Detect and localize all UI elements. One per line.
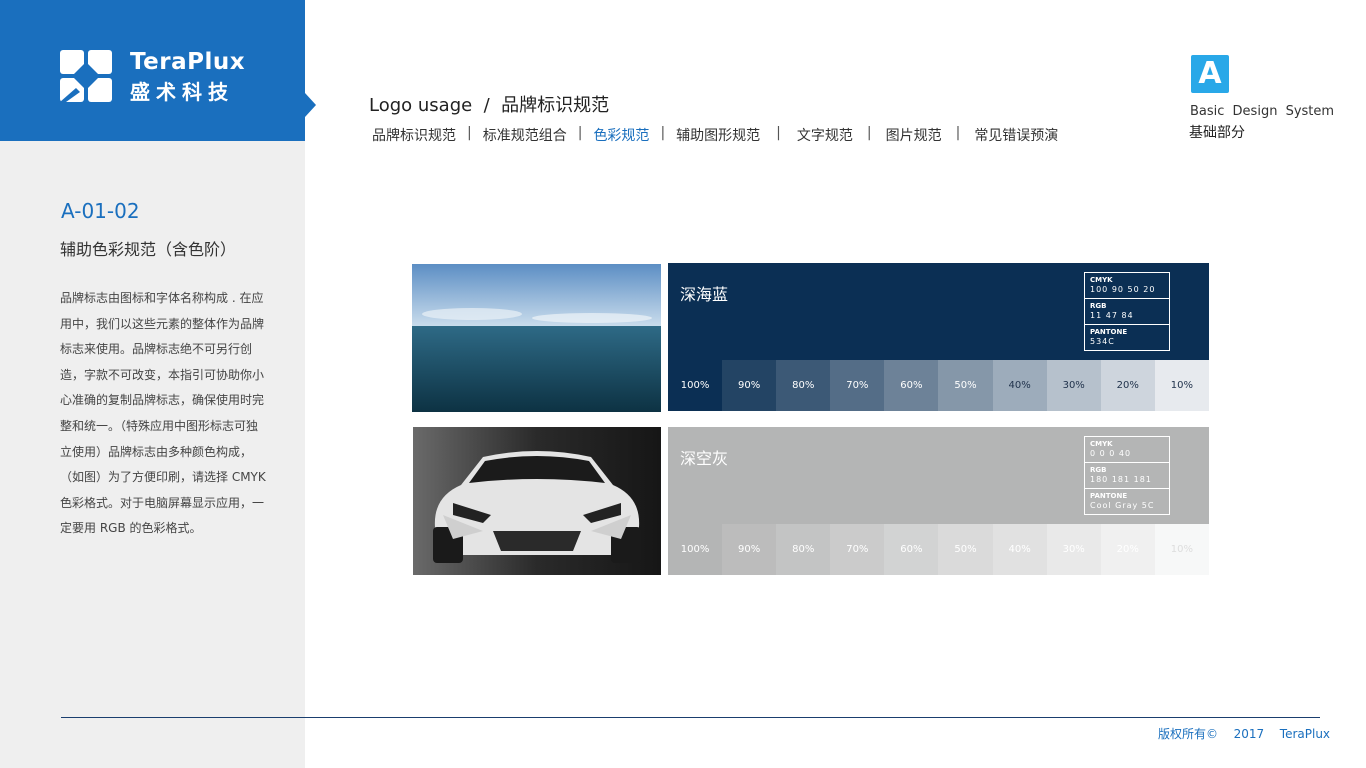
tint-swatch: 90%: [722, 524, 777, 575]
nav-item-auxiliary-graphics[interactable]: 辅助图形规范: [676, 125, 760, 145]
color-panel-deep-blue: 深海蓝 CMYK 100 90 50 20 RGB 11 47 84 PANTONE…: [668, 263, 1209, 360]
copyright: 版权所有© 2017 TeraPlux: [1158, 727, 1331, 741]
brand-name-en: TeraPlux: [130, 49, 246, 75]
tint-swatch: 30%: [1046, 360, 1101, 411]
tint-swatch: 40%: [992, 524, 1047, 575]
tint-swatch: 70%: [830, 360, 885, 411]
nav-item-typography[interactable]: 文字规范: [797, 125, 853, 145]
tint-swatch: 90%: [722, 360, 777, 411]
tint-swatch: 100%: [668, 524, 723, 575]
cmyk-value: 100 90 50 20: [1090, 285, 1156, 294]
cmyk-label: CMYK: [1090, 276, 1113, 284]
brand-name-cn: 盛术科技: [130, 80, 234, 104]
color-spec-box: CMYK 0 0 0 40 RGB 180 181 181 PANTONE Cool …: [1084, 436, 1170, 515]
nav-separator: |: [776, 125, 781, 141]
tint-swatch: 60%: [884, 524, 939, 575]
pantone-label: PANTONE: [1090, 492, 1128, 500]
nav-separator: |: [866, 125, 872, 141]
color-spec-box: CMYK 100 90 50 20 RGB 11 47 84 PANTONE 534C: [1084, 272, 1170, 351]
tint-swatch: 20%: [1100, 360, 1155, 411]
section-nav: 品牌标识规范 | 标准规范组合 | 色彩规范 | 辅助图形规范 | 文字规范 |…: [372, 125, 1058, 145]
nav-item-color[interactable]: 色彩规范: [593, 125, 649, 145]
tint-swatch: 70%: [830, 524, 885, 575]
car-photo: [413, 427, 661, 575]
system-label-cn: 基础部分: [1189, 125, 1245, 141]
tint-swatch: 100%: [668, 360, 723, 411]
tint-swatch: 20%: [1100, 524, 1155, 575]
cmyk-label: CMYK: [1090, 440, 1113, 448]
rgb-label: RGB: [1090, 466, 1107, 474]
brand-mark-icon: [60, 50, 112, 102]
pantone-value: 534C: [1090, 337, 1115, 346]
section-description: 品牌标志由图标和字体名称构成 . 在应用中，我们以这些元素的整体作为品牌标志来使…: [60, 291, 266, 536]
tint-swatch: 40%: [992, 360, 1047, 411]
tint-swatch: 50%: [938, 524, 993, 575]
footer-divider: [61, 717, 1320, 718]
color-name: 深海蓝: [680, 285, 729, 304]
system-badge: A: [1191, 55, 1229, 93]
system-label-en: Basic Design System: [1190, 104, 1335, 119]
logo-block: TeraPlux 盛术科技: [0, 0, 305, 141]
nav-separator: |: [467, 125, 472, 141]
tint-strip-deep-blue: 100% 90% 80% 70% 60% 50% 40% 30% 20% 10%: [668, 360, 1209, 411]
color-name: 深空灰: [680, 449, 729, 468]
section-subtitle: 辅助色彩规范（含色阶）: [60, 240, 237, 259]
pantone-label: PANTONE: [1090, 328, 1128, 336]
nav-item-images[interactable]: 图片规范: [886, 125, 942, 145]
nav-separator: |: [660, 125, 666, 141]
rgb-value: 180 181 181: [1090, 475, 1152, 484]
tint-swatch: 10%: [1154, 524, 1209, 575]
section-code: A-01-02: [61, 199, 140, 223]
rgb-label: RGB: [1090, 302, 1107, 310]
nav-item-logo-standard[interactable]: 品牌标识规范: [372, 125, 456, 145]
tint-swatch: 50%: [938, 360, 993, 411]
tint-swatch: 60%: [884, 360, 939, 411]
color-panel-space-gray: 深空灰 CMYK 0 0 0 40 RGB 180 181 181 PANTONE C…: [668, 427, 1209, 524]
logo-pointer: [305, 93, 316, 117]
tint-swatch: 80%: [776, 360, 831, 411]
pantone-value: Cool Gray 5C: [1090, 501, 1155, 510]
nav-separator: |: [577, 125, 583, 141]
tint-strip-space-gray: 100% 90% 80% 70% 60% 50% 40% 30% 20% 10%: [668, 524, 1209, 575]
nav-item-standard-combination[interactable]: 标准规范组合: [483, 125, 567, 145]
page-title: Logo usage / 品牌标识规范: [369, 95, 610, 116]
nav-separator: |: [955, 125, 961, 141]
tint-swatch: 10%: [1154, 360, 1209, 411]
cmyk-value: 0 0 0 40: [1090, 449, 1132, 458]
rgb-value: 11 47 84: [1090, 311, 1134, 320]
tint-swatch: 30%: [1046, 524, 1101, 575]
tint-swatch: 80%: [776, 524, 831, 575]
nav-item-common-errors[interactable]: 常见错误预演: [974, 125, 1058, 145]
sea-photo: [412, 264, 661, 412]
